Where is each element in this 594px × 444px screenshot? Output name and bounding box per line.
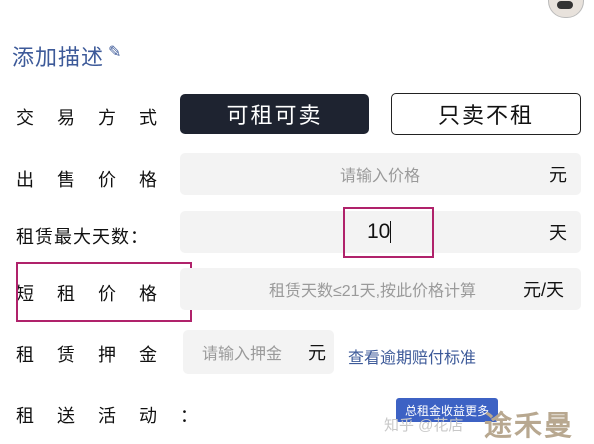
- max-rent-days-label: 租赁最大天数：: [16, 227, 149, 247]
- max-rent-days-unit: 天: [549, 223, 567, 243]
- deposit-field[interactable]: 请输入押金 元: [183, 330, 334, 374]
- highlight-box-short-rent: [16, 262, 192, 322]
- sale-price-label: 出 售 价 格 ：: [16, 170, 208, 190]
- avatar: [548, 0, 584, 18]
- deposit-placeholder: 请输入押金: [202, 346, 283, 363]
- trade-mode-label: 交 易 方 式 ：: [16, 108, 208, 128]
- short-rent-price-placeholder: 租赁天数≤21天,按此价格计算: [269, 283, 477, 300]
- brand-watermark: 途禾曼: [484, 410, 575, 441]
- highlight-box-rent-days: [343, 207, 434, 258]
- option-rent-or-sell-button[interactable]: 可租可卖: [180, 94, 369, 134]
- sale-price-placeholder: 请输入价格: [340, 168, 421, 185]
- sale-price-unit: 元: [549, 165, 567, 185]
- zhihu-watermark: 知乎 @花店: [384, 417, 464, 434]
- option-sell-only-button[interactable]: 只卖不租: [391, 93, 581, 135]
- page-title: 添加描述: [12, 45, 105, 70]
- rent-activity-label: 租 送 活 动 ：: [16, 406, 208, 426]
- pencil-icon[interactable]: ✎: [108, 42, 121, 62]
- deposit-label: 租 赁 押 金 ：: [16, 345, 208, 365]
- short-rent-price-unit: 元/天: [523, 280, 565, 300]
- deposit-unit: 元: [308, 343, 326, 363]
- sale-price-field[interactable]: 请输入价格 元: [180, 153, 581, 195]
- short-rent-price-field[interactable]: 租赁天数≤21天,按此价格计算 元/天: [180, 268, 581, 310]
- overdue-compensation-link[interactable]: 查看逾期赔付标准: [348, 344, 476, 368]
